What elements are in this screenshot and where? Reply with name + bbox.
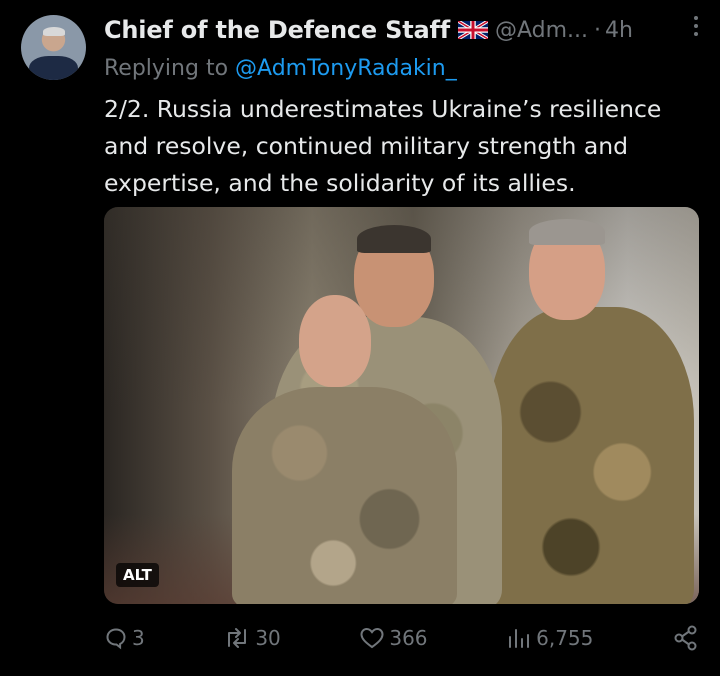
share-icon: [674, 625, 697, 651]
tweet-text: 2/2. Russia underestimates Ukraine’s res…: [104, 95, 662, 197]
uk-flag-icon: [457, 21, 488, 39]
avatar-uniform: [29, 56, 78, 80]
retweet-count: 30: [255, 626, 281, 650]
replying-prefix: Replying to: [104, 56, 229, 81]
tweet-actions: 3 30 366 6,755: [104, 620, 700, 656]
like-button[interactable]: 366: [359, 626, 428, 650]
tweet-time[interactable]: 4h: [605, 18, 633, 43]
views-button[interactable]: 6,755: [506, 626, 593, 650]
like-count: 366: [389, 626, 428, 650]
heart-icon: [360, 627, 384, 649]
reply-icon: [106, 628, 126, 650]
tweet-photo[interactable]: ALT: [104, 207, 699, 604]
retweet-icon: [228, 628, 247, 648]
author-avatar[interactable]: [21, 15, 86, 80]
alt-text-badge[interactable]: ALT: [116, 563, 159, 587]
author-name[interactable]: Chief of the Defence Staff: [104, 16, 450, 44]
view-count: 6,755: [536, 626, 594, 650]
separator-dot: ·: [594, 17, 602, 43]
avatar-hair: [43, 27, 65, 36]
tweet-header: Chief of the Defence Staff @Adm... · 4h: [104, 12, 700, 48]
retweet-button[interactable]: 30: [223, 626, 281, 650]
reply-count: 3: [132, 626, 145, 650]
replying-to-line: Replying to @AdmTonyRadakin_: [104, 56, 457, 81]
replying-to-mention[interactable]: @AdmTonyRadakin_: [235, 56, 457, 81]
reply-button[interactable]: 3: [104, 626, 145, 650]
views-chart-icon: [509, 629, 530, 648]
author-handle[interactable]: @Adm...: [495, 18, 588, 43]
more-options-icon[interactable]: [694, 16, 698, 36]
share-button[interactable]: [672, 624, 700, 652]
